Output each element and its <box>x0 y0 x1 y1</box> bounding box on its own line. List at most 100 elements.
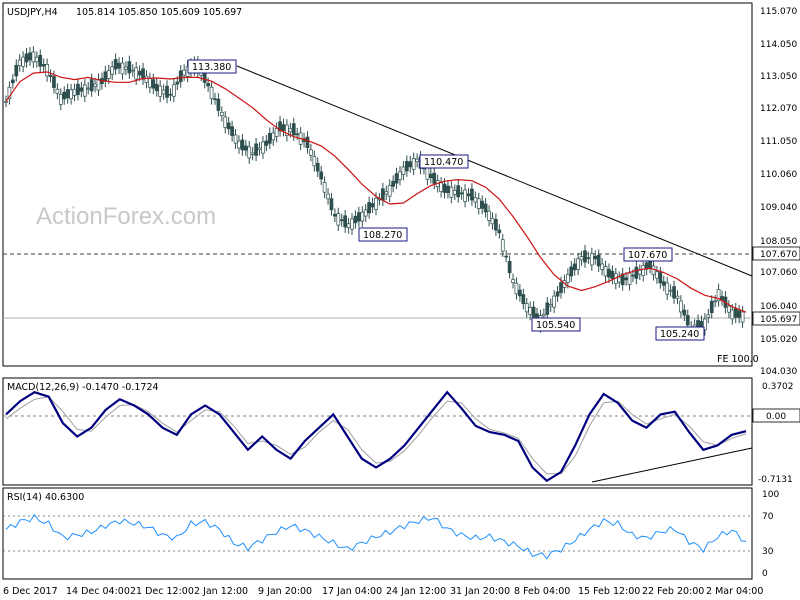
candle-body <box>110 66 115 75</box>
rsi-title: RSI(14) 40.6300 <box>7 492 84 503</box>
svg-text:105.020: 105.020 <box>760 335 797 345</box>
candle-body <box>706 314 711 318</box>
candle-body <box>655 271 659 279</box>
candle-body <box>425 167 430 180</box>
candle-body <box>470 188 474 201</box>
candle-body <box>607 268 611 278</box>
candle-body <box>559 282 563 293</box>
candle-body <box>357 212 361 222</box>
candle-body <box>404 161 409 172</box>
svg-text:106.040: 106.040 <box>760 302 797 312</box>
annotation-105240: 105.240 <box>655 326 705 341</box>
candle-body <box>274 128 279 137</box>
candle-body <box>261 141 265 154</box>
dashed-level-label: 107.670 <box>760 250 797 260</box>
svg-text:108.270: 108.270 <box>363 230 402 241</box>
candle-body <box>473 197 478 203</box>
candle-body <box>305 136 310 149</box>
svg-text:107.060: 107.060 <box>760 268 797 278</box>
candle-body <box>291 123 296 136</box>
candle-body <box>168 93 173 96</box>
candle-body <box>45 64 49 77</box>
candle-body <box>411 158 416 170</box>
candle-body <box>552 295 556 308</box>
candle-body <box>113 59 118 70</box>
candle-body <box>93 83 97 87</box>
candle-body <box>127 61 132 74</box>
candle-body <box>213 98 217 101</box>
candle-body <box>483 203 488 213</box>
candle-body <box>668 289 673 292</box>
annotation-105540: 105.540 <box>531 317 581 332</box>
candle-body <box>387 184 392 197</box>
candle-body <box>439 182 443 192</box>
rsi-line <box>5 513 747 560</box>
macd-y-axis: 0.3702 0.00 -0.7131 <box>752 382 800 485</box>
candle-body <box>476 198 481 209</box>
candle-body <box>247 146 252 159</box>
annotation-108270: 108.270 <box>358 227 408 242</box>
candle-body <box>58 93 63 105</box>
svg-text:113.380: 113.380 <box>192 62 231 73</box>
x-label: 14 Dec 04:00 <box>66 586 130 597</box>
macd-trendline <box>591 447 753 483</box>
svg-text:104.030: 104.030 <box>760 367 797 377</box>
candle-body <box>233 134 238 144</box>
svg-text:114.050: 114.050 <box>760 40 797 50</box>
x-label: 24 Jan 12:00 <box>386 586 446 597</box>
candle-body <box>31 51 36 63</box>
candle-body <box>572 263 577 271</box>
candle-body <box>172 84 176 97</box>
candle-body <box>466 193 471 197</box>
y-tick-108050: 108.050 <box>760 237 797 247</box>
candle-body <box>14 64 19 77</box>
candle-body <box>363 209 368 217</box>
chart-header-symbol: USDJPY,H4 <box>7 7 58 18</box>
candle-body <box>254 143 258 156</box>
candle-body <box>326 193 330 200</box>
candle-body <box>216 98 221 111</box>
candle-body <box>727 305 731 313</box>
candle-body <box>641 265 646 277</box>
candle-body <box>28 52 32 61</box>
candle-body <box>161 89 166 95</box>
annotation-110470: 110.470 <box>419 154 469 169</box>
candle-body <box>685 315 690 326</box>
candle-body <box>329 198 334 211</box>
svg-text:0: 0 <box>762 569 768 579</box>
candle-body <box>230 126 234 137</box>
x-label: 9 Jan 20:00 <box>258 586 312 597</box>
candle-body <box>596 254 601 267</box>
candle-body <box>589 253 594 266</box>
candle-body <box>442 183 447 193</box>
candle-body <box>333 213 337 217</box>
candle-body <box>154 83 159 92</box>
candle-body <box>384 191 389 195</box>
macd-title: MACD(12,26,9) -0.1470 -0.1724 <box>7 382 159 393</box>
candle-body <box>367 202 371 214</box>
candle-body <box>682 309 687 316</box>
candle-body <box>339 219 344 222</box>
candle-body <box>494 219 498 231</box>
x-label: 31 Jan 20:00 <box>450 586 510 597</box>
candle-body <box>459 192 464 195</box>
svg-text:113.050: 113.050 <box>760 72 797 82</box>
candle-body <box>82 84 87 97</box>
svg-text:0.3702: 0.3702 <box>762 382 794 392</box>
candle-body <box>226 122 231 130</box>
candle-body <box>250 152 255 155</box>
macd-line <box>5 390 747 483</box>
candle-body <box>4 100 8 103</box>
candle-body <box>579 256 584 261</box>
candle-body <box>487 210 491 221</box>
candle-body <box>514 282 519 295</box>
candle-body <box>322 182 327 193</box>
candle-body <box>709 300 714 314</box>
candle-body <box>165 85 169 98</box>
fe-label: FE 100.0 <box>717 354 759 365</box>
candle-body <box>398 171 402 180</box>
candle-body <box>141 68 145 80</box>
candle-body <box>566 273 570 283</box>
svg-text:110.060: 110.060 <box>760 170 797 180</box>
candle-body <box>490 217 495 225</box>
